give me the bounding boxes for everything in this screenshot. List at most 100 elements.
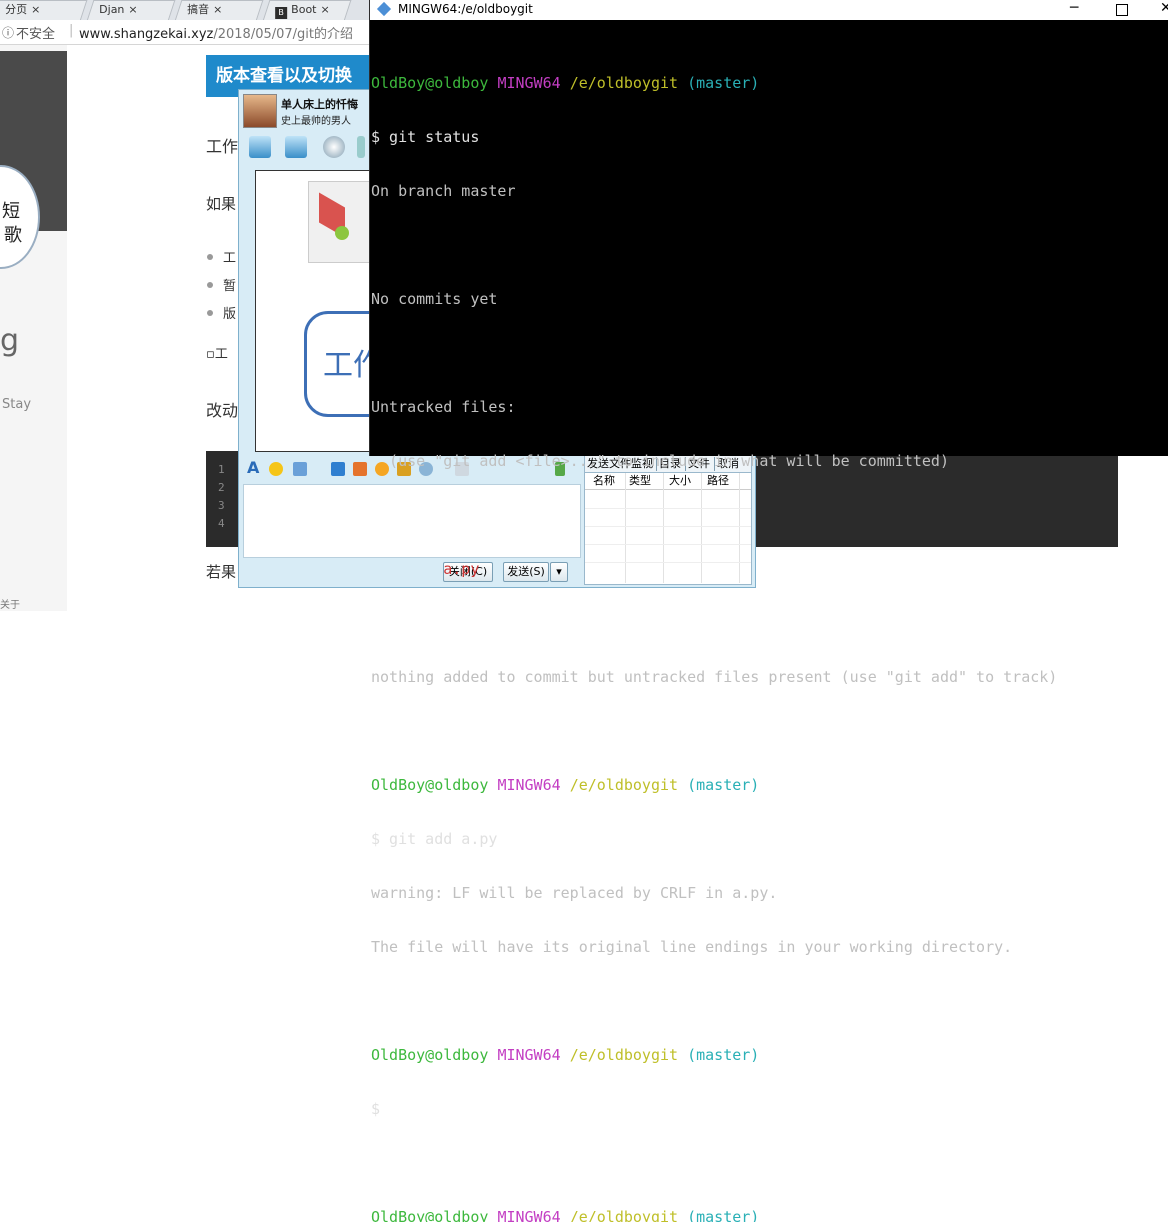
broken-image-icon: ▫ — [206, 347, 215, 362]
prompt-path: /e/oldboygit — [569, 1208, 679, 1222]
command-line: $ git add a.py — [371, 830, 498, 848]
untracked-file-line: a.py — [371, 560, 480, 578]
browser-tab-2[interactable]: Djan × — [86, 0, 176, 21]
terminal-titlebar[interactable]: MINGW64:/e/oldboygit ─ ✕ — [370, 0, 1168, 20]
subheading: 工作 — [206, 137, 239, 156]
output-line: (use "git add <file>..." to include in w… — [371, 452, 949, 470]
video-call-icon[interactable] — [249, 136, 271, 158]
bootstrap-favicon-icon: B — [275, 7, 288, 19]
tab-close-icon[interactable]: × — [320, 3, 329, 16]
prompt-branch: (master) — [687, 1046, 760, 1064]
minimize-button[interactable]: ─ — [1070, 0, 1078, 16]
output-line: nothing added to commit but untracked fi… — [371, 668, 1058, 686]
tab-close-icon[interactable]: × — [213, 3, 222, 16]
list-item: 版 — [223, 307, 237, 322]
blog-title-fragment: g — [0, 323, 20, 358]
prompt-line: OldBoy@oldboy MINGW64 /e/oldboygit (mast… — [371, 1046, 1168, 1064]
image-content — [335, 226, 349, 240]
logo-text: 短 — [2, 201, 20, 222]
prompt-branch: (master) — [687, 1208, 760, 1222]
mingw-app-icon — [376, 1, 392, 17]
remote-desktop-icon[interactable] — [285, 136, 307, 158]
prompt-branch: (master) — [687, 776, 760, 794]
prompt-system: MINGW64 — [497, 776, 561, 794]
output-line: Untracked files: — [371, 398, 516, 416]
blog-sidebar: 短 歌 g Stay 关于 — [0, 45, 67, 611]
voice-call-icon[interactable] — [323, 136, 345, 158]
tab-title: 分页 — [5, 3, 28, 16]
line-number: 3 — [218, 499, 225, 512]
font-icon[interactable]: A — [247, 458, 261, 477]
prompt-line: OldBoy@oldboy MINGW64 /e/oldboygit (mast… — [371, 776, 1168, 794]
prompt-path: /e/oldboygit — [569, 776, 679, 794]
shared-image[interactable]: 工作 — [304, 311, 370, 417]
line-number: 4 — [218, 517, 225, 530]
paragraph-text: 如果 — [206, 195, 237, 213]
image-alt-text: 工 — [214, 347, 228, 362]
terminal-title: MINGW64:/e/oldboygit — [398, 2, 533, 16]
url-host: www.shangzekai.xyz — [79, 27, 214, 42]
blog-tagline: Stay — [2, 397, 32, 412]
logo-text: 歌 — [4, 225, 22, 246]
bullet — [207, 310, 213, 316]
terminal-output[interactable]: OldBoy@oldboy MINGW64 /e/oldboygit (mast… — [371, 38, 1168, 1222]
broken-image-alt: ▫工 — [206, 343, 228, 362]
tab-close-icon[interactable]: × — [128, 3, 137, 16]
security-label[interactable]: 不安全 — [16, 23, 55, 42]
prompt-user: OldBoy@oldboy — [371, 74, 489, 92]
bullet — [207, 282, 213, 288]
browser-tab-3[interactable]: 搞音 × — [174, 0, 264, 21]
browser-tab-4[interactable]: B Boot × — [262, 0, 352, 21]
command-line: $ — [371, 1100, 381, 1118]
contact-avatar[interactable] — [243, 94, 277, 128]
prompt-line: OldBoy@oldboy MINGW64 /e/oldboygit (mast… — [371, 74, 1168, 92]
contact-signature: 史上最帅的男人 — [281, 116, 351, 127]
terminal-window[interactable]: MINGW64:/e/oldboygit ─ ✕ OldBoy@oldboy M… — [369, 0, 1168, 1222]
shake-icon[interactable] — [331, 462, 345, 476]
url-text[interactable]: www.shangzekai.xyz/2018/05/07/git的介绍 — [79, 23, 353, 42]
prompt-user: OldBoy@oldboy — [371, 1046, 489, 1064]
list-item: 暂 — [223, 279, 237, 294]
more-tools-icon[interactable] — [357, 136, 365, 158]
output-line: The file will have its original line end… — [371, 938, 1013, 956]
magic-emoji-icon[interactable] — [293, 462, 307, 476]
url-path: /2018/05/07/git的介绍 — [213, 27, 354, 42]
output-line: warning: LF will be replaced by CRLF in … — [371, 884, 778, 902]
list-item: 工 — [223, 251, 237, 266]
sidebar-link-about[interactable]: 关于 — [0, 596, 20, 611]
message-history[interactable]: 工作 — [255, 170, 371, 452]
prompt-user: OldBoy@oldboy — [371, 776, 489, 794]
tab-title: Djan — [99, 3, 125, 16]
prompt-path: /e/oldboygit — [569, 74, 679, 92]
prompt-system: MINGW64 — [497, 1208, 561, 1222]
output-line: On branch master — [371, 182, 516, 200]
prompt-line: OldBoy@oldboy MINGW64 /e/oldboygit (mast… — [371, 1208, 1168, 1222]
contact-name[interactable]: 单人床上的忏悔 — [281, 96, 358, 112]
info-icon[interactable]: ⓘ — [2, 24, 14, 41]
prompt-system: MINGW64 — [497, 74, 561, 92]
bullet — [207, 254, 213, 260]
emoji-icon[interactable] — [269, 462, 283, 476]
image-text: 工作 — [323, 348, 370, 383]
output-line: No commits yet — [371, 290, 498, 308]
prompt-user: OldBoy@oldboy — [371, 1208, 489, 1222]
line-number: 1 — [218, 463, 225, 476]
command-line: $ git status — [371, 128, 480, 146]
browser-tab-1[interactable]: 分页 × — [0, 0, 88, 21]
prompt-path: /e/oldboygit — [569, 1046, 679, 1064]
paragraph-text: 若果 — [206, 563, 237, 581]
prompt-system: MINGW64 — [497, 1046, 561, 1064]
shared-image[interactable] — [308, 181, 370, 263]
subheading: 改动 — [206, 401, 239, 420]
maximize-button[interactable] — [1116, 4, 1128, 16]
tab-close-icon[interactable]: × — [31, 3, 40, 16]
close-button[interactable]: ✕ — [1160, 0, 1168, 16]
doodle-icon[interactable] — [353, 462, 367, 476]
